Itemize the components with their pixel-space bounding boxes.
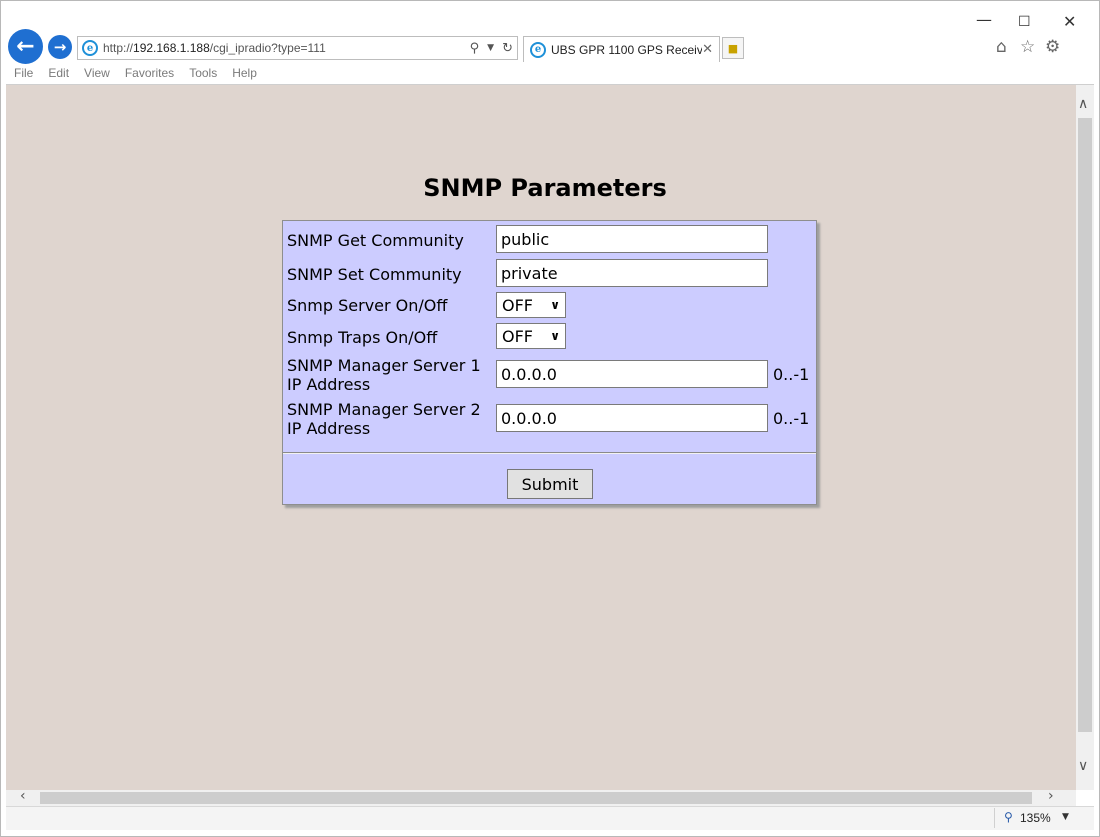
tab-ie-icon: e <box>530 41 546 58</box>
snmp-server-label: Snmp Server On/Off <box>287 296 448 315</box>
submit-button[interactable]: Submit <box>507 469 593 499</box>
star-icon[interactable]: ☆ <box>1020 37 1035 57</box>
snmp-form-panel: SNMP Get Community SNMP Set Community Sn… <box>282 220 817 505</box>
get-community-input[interactable] <box>496 225 768 253</box>
manager2-ip-input[interactable] <box>496 404 768 432</box>
menu-bar: File Edit View Favorites Tools Help <box>14 66 272 80</box>
close-tab-icon[interactable]: ✕ <box>702 42 713 57</box>
dropdown-icon[interactable]: ▼ <box>487 43 494 56</box>
scroll-down-icon[interactable]: ∨ <box>1078 758 1088 774</box>
manager2-label-line1: SNMP Manager Server 2 <box>287 400 481 419</box>
close-window-button[interactable]: ✕ <box>1063 12 1076 31</box>
menu-favorites[interactable]: Favorites <box>125 66 174 80</box>
home-icon[interactable]: ⌂ <box>996 37 1007 57</box>
menu-tools[interactable]: Tools <box>189 66 217 80</box>
zoom-icon[interactable]: ⚲ <box>1004 810 1013 824</box>
snmp-server-select[interactable]: OFF ∨ <box>496 292 566 318</box>
page-title: SNMP Parameters <box>423 174 667 202</box>
vertical-scroll-thumb[interactable] <box>1078 118 1092 732</box>
chevron-down-icon: ∨ <box>550 329 560 343</box>
scroll-left-icon[interactable]: ‹ <box>20 788 26 804</box>
menu-file[interactable]: File <box>14 66 33 80</box>
snmp-server-value: OFF <box>502 295 533 315</box>
zoom-level[interactable]: 135% <box>1020 811 1051 825</box>
manager1-label-line2: IP Address <box>287 375 371 394</box>
address-bar[interactable]: e http://192.168.1.188/cgi_ipradio?type=… <box>77 36 518 60</box>
menu-help[interactable]: Help <box>232 66 257 80</box>
gear-icon[interactable]: ⚙ <box>1045 37 1060 57</box>
manager1-label-line1: SNMP Manager Server 1 <box>287 356 481 375</box>
manager1-label: SNMP Manager Server 1 IP Address <box>287 356 481 394</box>
snmp-traps-select[interactable]: OFF ∨ <box>496 323 566 349</box>
snmp-traps-label: Snmp Traps On/Off <box>287 328 438 347</box>
set-community-label: SNMP Set Community <box>287 265 462 284</box>
url-path: /cgi_ipradio?type=111 <box>209 41 326 55</box>
back-arrow-icon: ← <box>16 34 35 59</box>
horizontal-scroll-thumb[interactable] <box>40 792 1032 804</box>
manager2-label-line2: IP Address <box>287 419 371 438</box>
set-community-input[interactable] <box>496 259 768 287</box>
manager1-ip-input[interactable] <box>496 360 768 388</box>
menu-edit[interactable]: Edit <box>48 66 69 80</box>
minimize-button[interactable]: — <box>976 10 992 29</box>
chevron-down-icon: ∨ <box>550 298 560 312</box>
new-tab-button[interactable]: ■ <box>722 37 744 59</box>
address-url[interactable]: http://192.168.1.188/cgi_ipradio?type=11… <box>103 41 470 55</box>
menu-view[interactable]: View <box>84 66 110 80</box>
forward-arrow-icon: → <box>53 38 67 56</box>
new-tab-icon: ■ <box>727 41 739 55</box>
forward-button[interactable]: → <box>48 35 72 59</box>
maximize-button[interactable]: ☐ <box>1018 14 1031 30</box>
manager2-range-hint: 0..-1 <box>773 409 810 428</box>
snmp-traps-value: OFF <box>502 326 533 346</box>
ie-logo-icon: e <box>82 40 98 56</box>
url-host: 192.168.1.188 <box>133 41 210 55</box>
status-separator <box>994 808 995 828</box>
refresh-icon[interactable]: ↻ <box>502 41 513 56</box>
url-prefix: http:// <box>103 41 134 55</box>
back-button[interactable]: ← <box>8 29 43 64</box>
tab-title: UBS GPR 1100 GPS Receiver <box>551 42 703 57</box>
browser-tab[interactable]: e UBS GPR 1100 GPS Receiver ✕ <box>523 36 720 62</box>
scroll-right-icon[interactable]: › <box>1048 788 1054 804</box>
search-icon[interactable]: ⚲ <box>470 41 480 56</box>
form-divider <box>283 452 816 454</box>
scroll-up-icon[interactable]: ∧ <box>1078 96 1088 112</box>
status-bar <box>6 806 1094 830</box>
manager2-label: SNMP Manager Server 2 IP Address <box>287 400 481 438</box>
manager1-range-hint: 0..-1 <box>773 365 810 384</box>
get-community-label: SNMP Get Community <box>287 231 464 250</box>
zoom-dropdown-icon[interactable]: ▼ <box>1062 812 1069 822</box>
